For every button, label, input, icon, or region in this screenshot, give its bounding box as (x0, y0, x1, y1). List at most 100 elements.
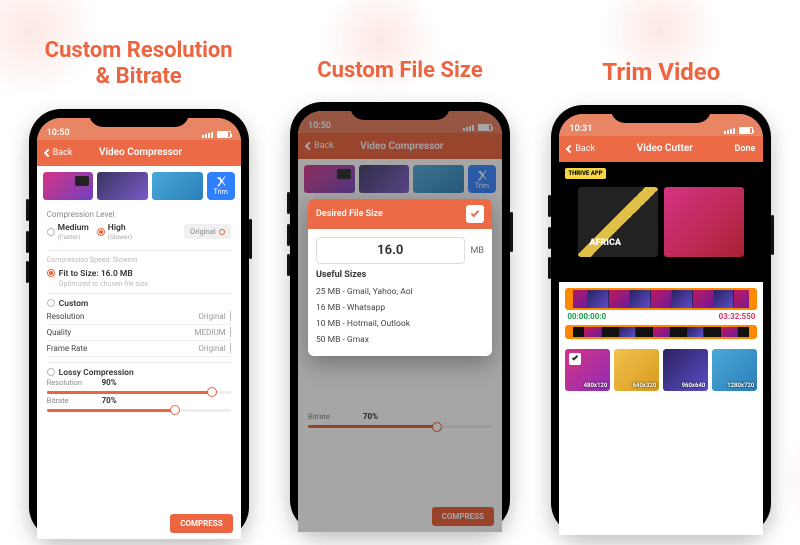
desired-file-size-modal: Desired File Size 16.0 MB Useful Sizes 2… (308, 199, 492, 356)
chevron-right-icon (230, 343, 231, 353)
resolution-tag: 640x320 (633, 382, 657, 389)
slider-value: 70% (95, 396, 117, 405)
slider-label: Resolution (47, 378, 89, 387)
video-poster (664, 187, 744, 257)
radio-dot-icon (219, 229, 225, 235)
headline-3: Trim Video (602, 58, 720, 87)
trim-handle-left[interactable] (565, 325, 573, 339)
row-value: Original (198, 344, 225, 353)
resolution-options: 480x120 640x320 960x640 1280x720 (559, 349, 763, 391)
lossy-label: Lossy Compression (59, 368, 134, 378)
timeline-strip-main[interactable] (565, 288, 757, 310)
resolution-slider-row: Resolution 90% (47, 378, 231, 387)
original-chip[interactable]: Original (184, 224, 231, 239)
back-button[interactable]: Back (567, 144, 595, 154)
phone-notch (611, 105, 711, 123)
file-size-input-row: 16.0 MB (316, 237, 484, 264)
fit-to-size-label: Fit to Size: 16.0 MB (59, 269, 133, 279)
back-button[interactable]: Back (45, 148, 73, 158)
back-label: Back (575, 144, 595, 154)
screenshot-3-column: Trim Video 10:31 Back Video Cutter Done (543, 18, 780, 545)
resolution-tag: 1280x720 (727, 382, 754, 389)
trim-button[interactable]: Trim (207, 172, 235, 200)
row-resolution[interactable]: ResolutionOriginal (47, 309, 231, 325)
row-framerate[interactable]: Frame RateOriginal (47, 341, 231, 357)
screenshot-2-column: Custom File Size 10:50 Back Video Compre… (281, 18, 518, 545)
useful-size-item[interactable]: 50 MB - Gmax (316, 332, 484, 348)
compress-button[interactable]: COMPRESS (170, 514, 232, 533)
useful-sizes-list: 25 MB - Gmail, Yahoo, Aol 16 MB - Whatsa… (316, 284, 484, 348)
trim-handle-right[interactable] (749, 288, 757, 310)
battery-icon (217, 131, 231, 138)
chevron-right-icon (230, 327, 231, 337)
screen-2: 10:50 Back Video Compressor Trim Compres… (298, 111, 502, 532)
resolution-option[interactable]: 1280x720 (712, 349, 757, 391)
poster-badge: THRIVE APP (565, 168, 605, 179)
signal-icon (202, 132, 213, 138)
modal-body: 16.0 MB Useful Sizes 25 MB - Gmail, Yaho… (308, 229, 492, 356)
video-thumbnail[interactable] (43, 172, 94, 200)
resolution-option[interactable]: 480x120 (565, 349, 610, 391)
chip-label: Original (190, 227, 216, 236)
app-store-screenshots: Custom Resolution & Bitrate 10:50 Back V… (0, 0, 800, 545)
screen-1: 10:50 Back Video Compressor Tri (37, 118, 241, 539)
screen-title: Video Compressor (72, 147, 208, 158)
modal-confirm-button[interactable] (466, 205, 484, 223)
trim-handle-left[interactable] (565, 288, 573, 310)
trim-handle-right[interactable] (749, 325, 757, 339)
radio-medium[interactable]: Medium(Faster) (47, 223, 89, 241)
useful-sizes-heading: Useful Sizes (316, 270, 484, 280)
trim-timeline: 00:00:00:0 03:32:550 (559, 282, 763, 339)
bitrate-slider-row: Bitrate 70% (47, 396, 231, 405)
radio-label: Medium (58, 223, 89, 233)
video-thumbnail[interactable] (97, 172, 148, 200)
status-time: 10:31 (569, 124, 592, 134)
screen-title: Video Cutter (595, 143, 734, 154)
radio-lossy[interactable] (47, 368, 55, 376)
selected-check (569, 353, 581, 365)
compression-speed-text: Compression Speed: Slowest (47, 256, 231, 264)
radio-custom[interactable] (47, 299, 55, 307)
chevron-left-icon (43, 149, 51, 157)
battery-icon (739, 127, 753, 134)
radio-high[interactable]: High(Slower) (97, 223, 132, 241)
useful-size-item[interactable]: 10 MB - Hotmail, Outlook (316, 316, 484, 332)
headline-1-line2: & Bitrate (96, 64, 182, 89)
row-quality[interactable]: QualityMEDIUM (47, 325, 231, 341)
radio-fit-to-size[interactable] (47, 269, 55, 277)
custom-label: Custom (59, 299, 89, 309)
timeline-strip-secondary[interactable] (565, 325, 757, 339)
radio-sublabel: (Faster) (58, 233, 89, 241)
modal-title: Desired File Size (316, 209, 383, 219)
trim-times: 00:00:00:0 03:32:550 (567, 312, 755, 321)
resolution-tag: 960x640 (682, 382, 706, 389)
poster-text: AFRICA (589, 238, 621, 248)
radio-sublabel: (Slower) (108, 233, 132, 241)
headline-1-line1: Custom Resolution (45, 38, 233, 63)
resolution-option[interactable]: 960x640 (663, 349, 708, 391)
file-size-input[interactable]: 16.0 (316, 237, 465, 264)
useful-size-item[interactable]: 25 MB - Gmail, Yahoo, Aol (316, 284, 484, 300)
trim-end-time: 03:32:550 (719, 312, 756, 321)
useful-size-item[interactable]: 16 MB - Whatsapp (316, 300, 484, 316)
chevron-right-icon (230, 311, 231, 321)
done-button[interactable]: Done (734, 144, 755, 154)
nav-bar: Back Video Compressor (37, 140, 241, 166)
slider-label: Bitrate (47, 396, 89, 405)
screenshot-1-column: Custom Resolution & Bitrate 10:50 Back V… (20, 18, 257, 545)
phone-mock-2: 10:50 Back Video Compressor Trim Compres… (290, 102, 510, 532)
modal-header: Desired File Size (308, 199, 492, 229)
nav-bar: Back Video Cutter Done (559, 136, 763, 162)
phone-notch (89, 109, 189, 127)
bitrate-slider[interactable] (47, 409, 231, 412)
back-label: Back (53, 148, 73, 158)
radio-label: High (108, 223, 126, 233)
video-thumbnail-row: Trim (37, 166, 241, 206)
phone-notch (350, 102, 450, 120)
fit-to-size-sub: Optimized to chosen file size (59, 280, 148, 288)
headline-2: Custom File Size (317, 58, 482, 84)
resolution-slider[interactable] (47, 391, 231, 394)
resolution-option[interactable]: 640x320 (614, 349, 659, 391)
video-thumbnail[interactable] (152, 172, 203, 200)
video-preview[interactable]: THRIVE APP AFRICA (559, 162, 763, 282)
